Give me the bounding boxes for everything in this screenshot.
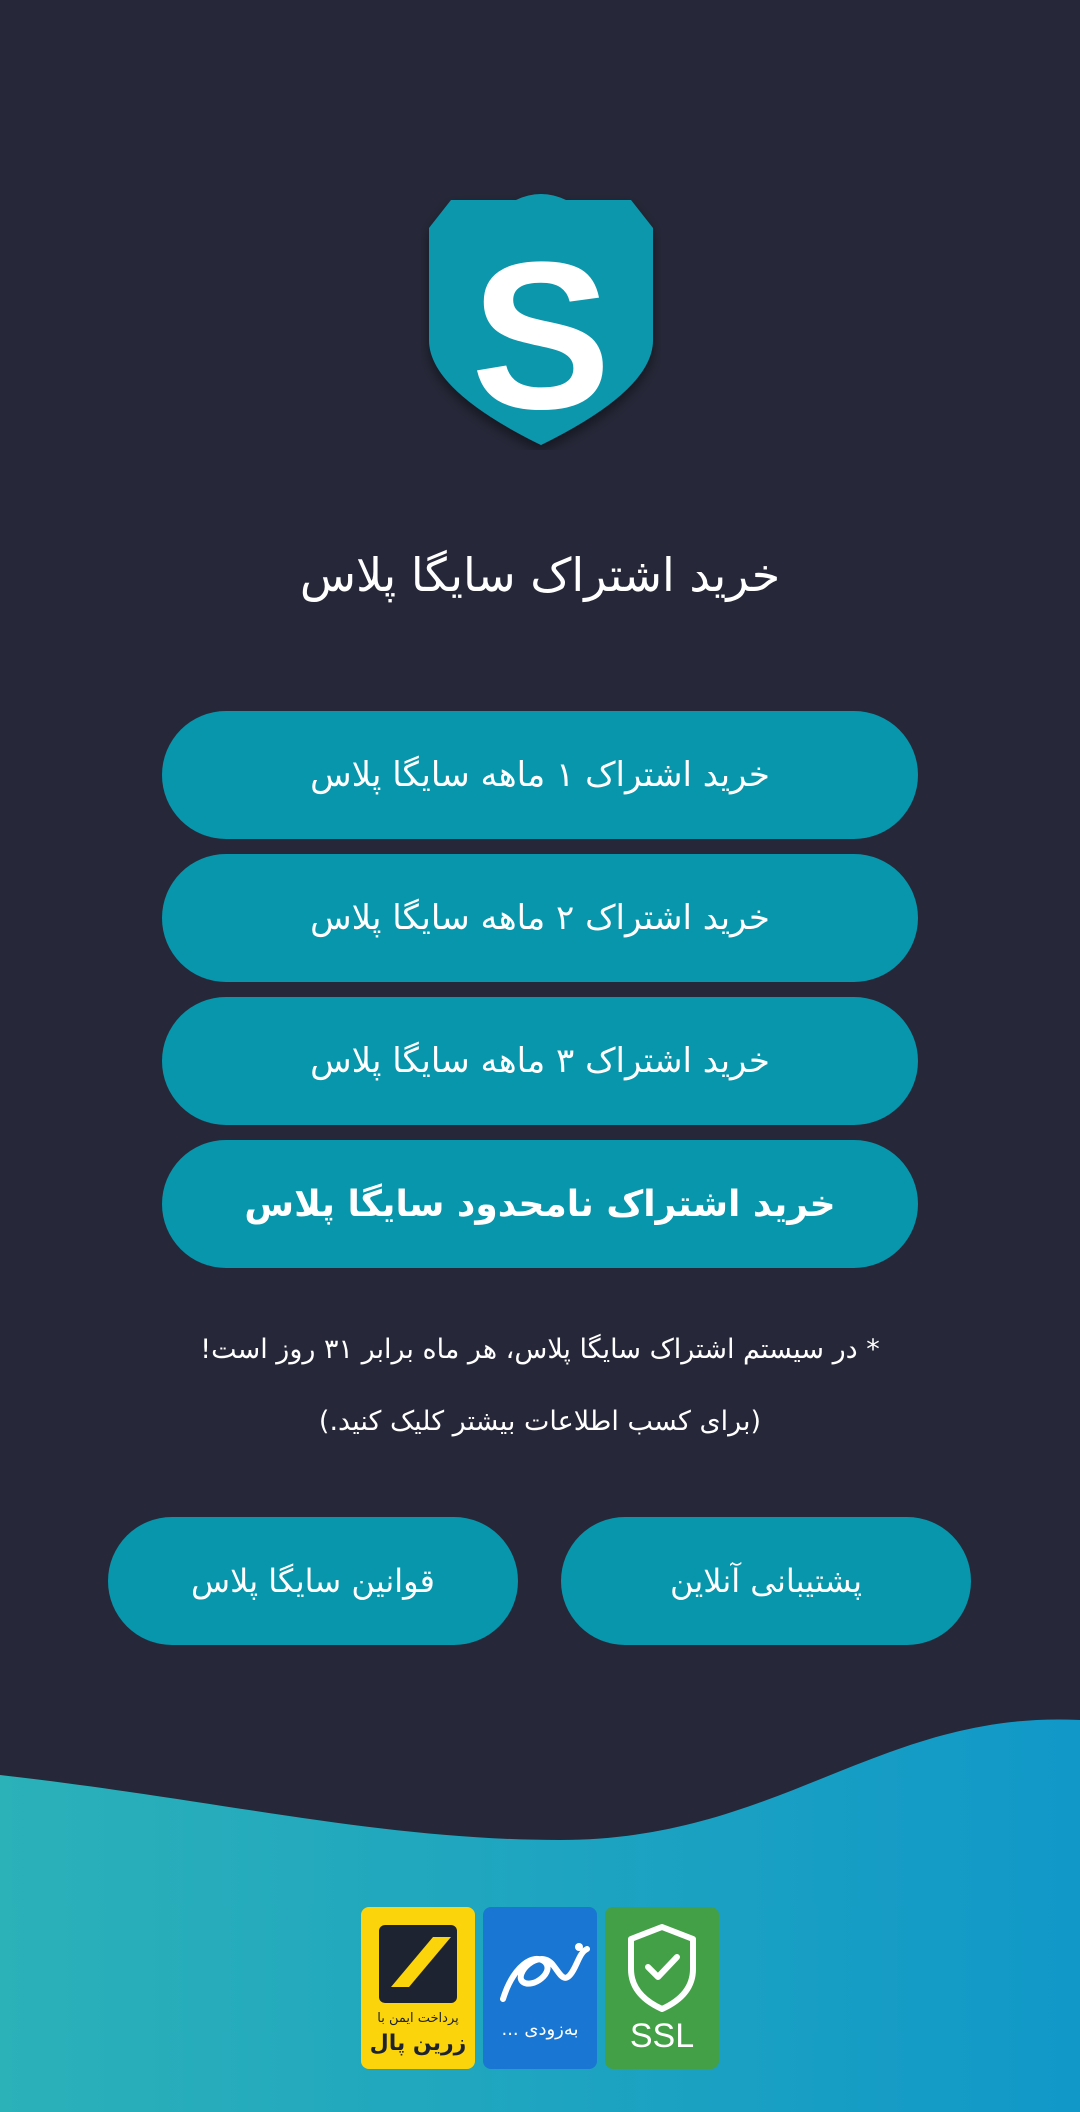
rules-button[interactable]: قوانین سایگا پلاس (108, 1517, 518, 1645)
buy-2-month-button[interactable]: خرید اشتراک ۲ ماهه سایگا پلاس (162, 854, 918, 982)
saiga-shield-logo: S (429, 194, 653, 450)
month-info-note: * در سیستم اشتراک سایگا پلاس، هر ماه برا… (200, 1334, 880, 1365)
page-title: خرید اشتراک سایگا پلاس (299, 548, 781, 602)
zarinpal-badge[interactable]: پرداخت ایمن با زرین پال (361, 1907, 475, 2069)
ssl-label: SSL (629, 2017, 695, 2055)
svg-text:S: S (471, 218, 611, 450)
buy-3-month-button[interactable]: خرید اشتراک ۳ ماهه سایگا پلاس (162, 997, 918, 1125)
zarinpal-caption: پرداخت ایمن با (377, 2011, 459, 2026)
buy-1-month-button[interactable]: خرید اشتراک ۱ ماهه سایگا پلاس (162, 711, 918, 839)
more-info-link[interactable]: (برای کسب اطلاعات بیشتر کلیک کنید.) (0, 1406, 1080, 1437)
enamad-caption: به‌زودی ... (501, 2019, 579, 2040)
ssl-badge[interactable]: SSL (605, 1907, 719, 2069)
enamad-badge[interactable]: به‌زودی ... (483, 1907, 597, 2069)
buy-unlimited-button[interactable]: خرید اشتراک نامحدود سایگا پلاس (162, 1140, 918, 1268)
online-support-button[interactable]: پشتیبانی آنلاین (561, 1517, 971, 1645)
enamad-logo-icon (500, 1943, 590, 2002)
zarinpal-name: زرین پال (369, 2031, 467, 2056)
